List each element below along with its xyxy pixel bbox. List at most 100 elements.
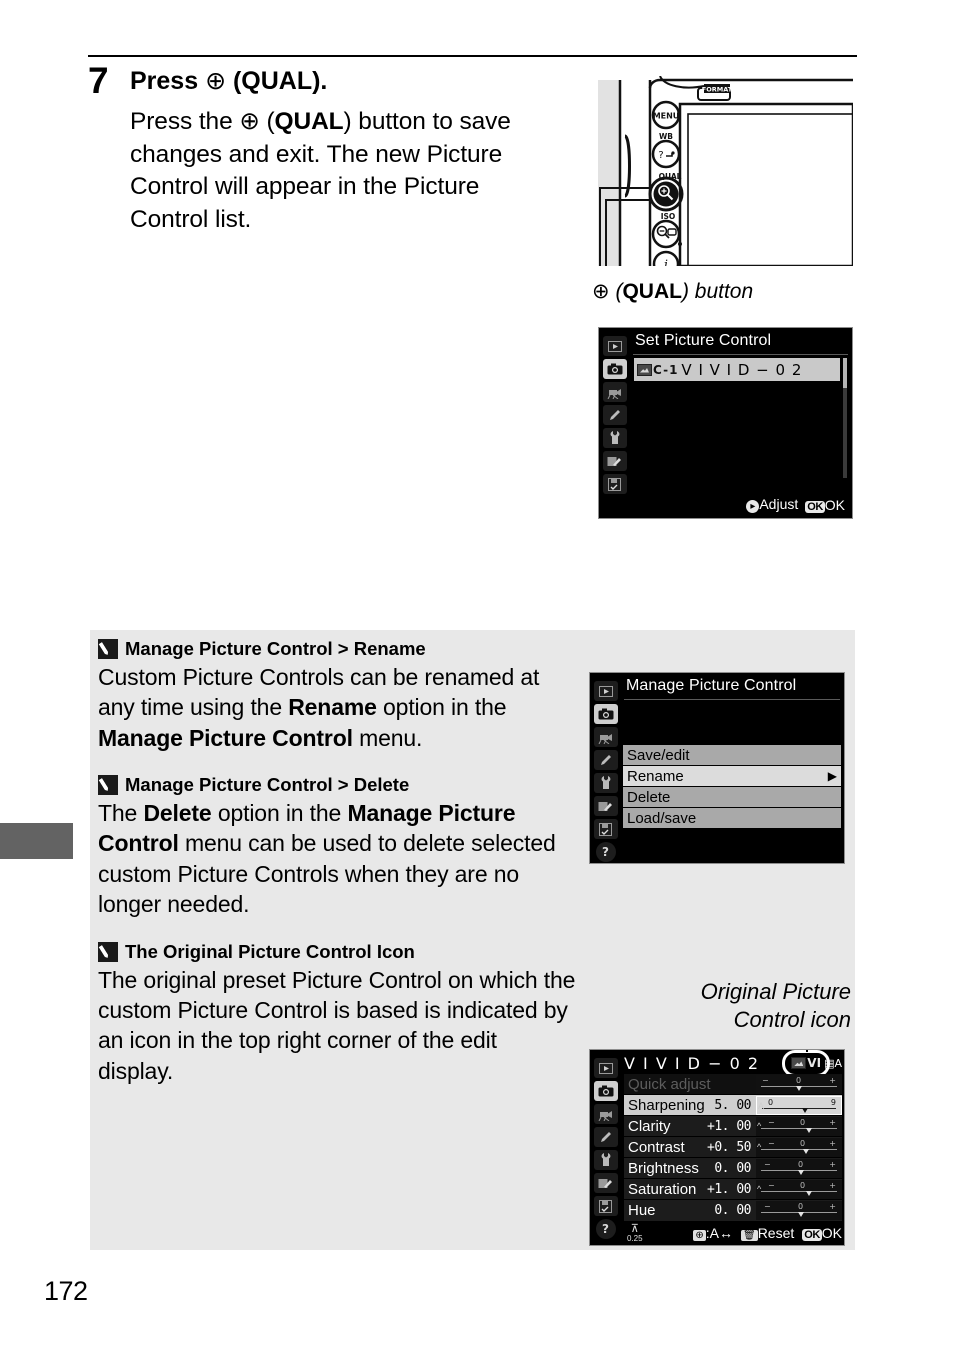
help-icon[interactable]: ? bbox=[595, 1219, 616, 1239]
slider-min-label: − bbox=[762, 1075, 769, 1085]
param-row-sharpening[interactable]: Sharpening 5. 00 A 0 9 bbox=[624, 1095, 842, 1116]
caption-close: ) button bbox=[681, 280, 754, 303]
movie-menu-icon[interactable] bbox=[593, 1104, 618, 1124]
vivid-header: V I V I D − 0 2 VI ▤A bbox=[624, 1050, 842, 1077]
help-glyph: ? bbox=[602, 845, 609, 859]
caption-qual: QUAL bbox=[622, 280, 682, 303]
slider-max-label: + bbox=[829, 1138, 836, 1148]
param-row-contrast[interactable]: Contrast +0. 50 ^ − 0 + bbox=[624, 1137, 842, 1158]
param-slider[interactable]: ^ − 0 + bbox=[756, 1179, 842, 1199]
picture-control-list-item[interactable]: C-1 V I V I D − 0 2 bbox=[634, 358, 840, 381]
param-slider[interactable]: − 0 + bbox=[756, 1158, 842, 1178]
recent-settings-icon[interactable] bbox=[593, 819, 618, 839]
qual-icon: ⊕ bbox=[205, 66, 227, 95]
caption-leader-line bbox=[806, 1050, 808, 1052]
param-row-saturation[interactable]: Saturation +1. 00 ^ − 0 + bbox=[624, 1179, 842, 1200]
help-icon[interactable]: ? bbox=[595, 842, 616, 862]
margin-tab bbox=[0, 823, 73, 859]
menu-option-rename[interactable]: Rename ▶ bbox=[623, 766, 841, 787]
param-label: Contrast bbox=[628, 1138, 685, 1156]
slider-max-label: + bbox=[829, 1180, 836, 1190]
custom-settings-icon[interactable] bbox=[593, 1127, 618, 1147]
pencil-icon bbox=[98, 941, 118, 962]
param-value: 5. 00 bbox=[714, 1097, 751, 1113]
note-text-2: option in the bbox=[211, 800, 348, 827]
menu-option-load-save[interactable]: Load/save bbox=[623, 808, 841, 829]
recent-settings-icon[interactable] bbox=[593, 1196, 618, 1216]
param-row-brightness[interactable]: Brightness 0. 00 − 0 + bbox=[624, 1158, 842, 1179]
menu-option-delete[interactable]: Delete bbox=[623, 787, 841, 808]
note-text-column: Manage Picture Control > Rename Custom P… bbox=[98, 638, 578, 1107]
original-icon-caption: Original Picture Control icon bbox=[646, 978, 851, 1033]
auto-caret-icon: ^ bbox=[757, 1120, 762, 1131]
param-row-hue[interactable]: Hue 0. 00 − 0 + bbox=[624, 1200, 842, 1221]
camera-figure-caption: ⊕ (QUAL) button bbox=[592, 279, 753, 304]
param-label: Sharpening bbox=[628, 1096, 705, 1114]
step-title-suffix: (QUAL). bbox=[226, 67, 328, 95]
slider-max-label: + bbox=[829, 1075, 836, 1085]
param-label: Brightness bbox=[628, 1159, 699, 1177]
qual-icon-inline: ⊕ bbox=[239, 106, 260, 135]
setup-menu-icon[interactable] bbox=[593, 1150, 618, 1170]
param-value: +0. 50 bbox=[707, 1139, 751, 1155]
slider-min-label: − bbox=[764, 1159, 771, 1169]
param-slider[interactable]: − 0 + bbox=[756, 1201, 842, 1220]
param-slider[interactable]: ^ − 0 + bbox=[756, 1137, 842, 1157]
playback-icon[interactable] bbox=[593, 1058, 618, 1078]
retouch-menu-icon[interactable] bbox=[593, 1173, 618, 1193]
retouch-menu-icon[interactable] bbox=[602, 451, 627, 471]
shooting-menu-icon[interactable] bbox=[593, 704, 618, 724]
menu-sidebar: ? bbox=[590, 1050, 621, 1245]
picture-control-title: V I V I D − 0 2 bbox=[624, 1053, 760, 1073]
auto-caret-icon: ^ bbox=[757, 1183, 762, 1194]
custom-settings-icon[interactable] bbox=[593, 750, 618, 770]
slider-mid-label: 0 bbox=[796, 1075, 802, 1085]
retouch-menu-icon[interactable] bbox=[593, 796, 618, 816]
picture-control-name: V I V I D − 0 2 bbox=[681, 360, 803, 379]
option-label: Delete bbox=[627, 788, 671, 806]
shooting-menu-icon[interactable] bbox=[602, 359, 627, 379]
reset-hint: 🗑 Reset bbox=[740, 1225, 794, 1241]
custom-settings-icon[interactable] bbox=[602, 405, 627, 425]
param-label: Clarity bbox=[628, 1117, 671, 1135]
parameter-list: Quick adjust − 0 + Sharpening 5. 00 A 0 bbox=[624, 1074, 842, 1221]
step-number: 7 bbox=[88, 60, 109, 101]
note-heading-text: The Original Picture Control Icon bbox=[125, 940, 415, 962]
grid-step-value: 0.25 bbox=[627, 1234, 643, 1244]
pencil-icon bbox=[98, 775, 118, 796]
param-slider[interactable]: ^ − 0 + bbox=[756, 1116, 842, 1136]
note-paragraph-rename: Custom Picture Controls can be renamed a… bbox=[98, 662, 578, 753]
svg-text:ISO: ISO bbox=[661, 212, 676, 221]
lcd-hints: ▸ Adjust OK OK bbox=[746, 496, 845, 513]
slider-max-label: + bbox=[829, 1117, 836, 1127]
menu-option-save-edit[interactable]: Save/edit bbox=[623, 745, 841, 766]
ok-hint: OK OK bbox=[802, 1225, 842, 1241]
option-label: Rename bbox=[627, 767, 684, 785]
step-body-part1: Press the bbox=[130, 108, 240, 135]
slider-min-label: 0 bbox=[768, 1097, 774, 1107]
note-text-1: The original preset Picture Control on w… bbox=[98, 966, 576, 1084]
recent-settings-icon[interactable] bbox=[602, 474, 627, 494]
slider-min-label: − bbox=[768, 1180, 775, 1190]
ok-label: OK bbox=[821, 1225, 842, 1241]
param-slider[interactable]: A 0 9 bbox=[756, 1095, 842, 1115]
param-row-clarity[interactable]: Clarity +1. 00 ^ − 0 + bbox=[624, 1116, 842, 1137]
step-title: Press ⊕ (QUAL). bbox=[130, 62, 328, 96]
scrollbar[interactable] bbox=[843, 358, 847, 478]
param-value: +1. 00 bbox=[707, 1181, 751, 1197]
playback-icon[interactable] bbox=[602, 336, 627, 356]
param-slider[interactable]: − 0 + bbox=[756, 1074, 842, 1094]
playback-icon[interactable] bbox=[593, 681, 618, 701]
setup-menu-icon[interactable] bbox=[593, 773, 618, 793]
setup-menu-icon[interactable] bbox=[602, 428, 627, 448]
param-label: Quick adjust bbox=[628, 1075, 711, 1093]
note-heading-delete: Manage Picture Control > Delete bbox=[98, 774, 578, 796]
lcd-title: Manage Picture Control bbox=[626, 677, 797, 694]
param-row-quick-adjust[interactable]: Quick adjust − 0 + bbox=[624, 1074, 842, 1095]
movie-menu-icon[interactable] bbox=[593, 727, 618, 747]
svg-text:i: i bbox=[664, 258, 668, 266]
shooting-menu-icon[interactable] bbox=[593, 1081, 618, 1101]
trash-key-icon: 🗑 bbox=[740, 1230, 758, 1241]
note-bold-1: Delete bbox=[143, 800, 212, 827]
movie-menu-icon[interactable] bbox=[602, 382, 627, 402]
